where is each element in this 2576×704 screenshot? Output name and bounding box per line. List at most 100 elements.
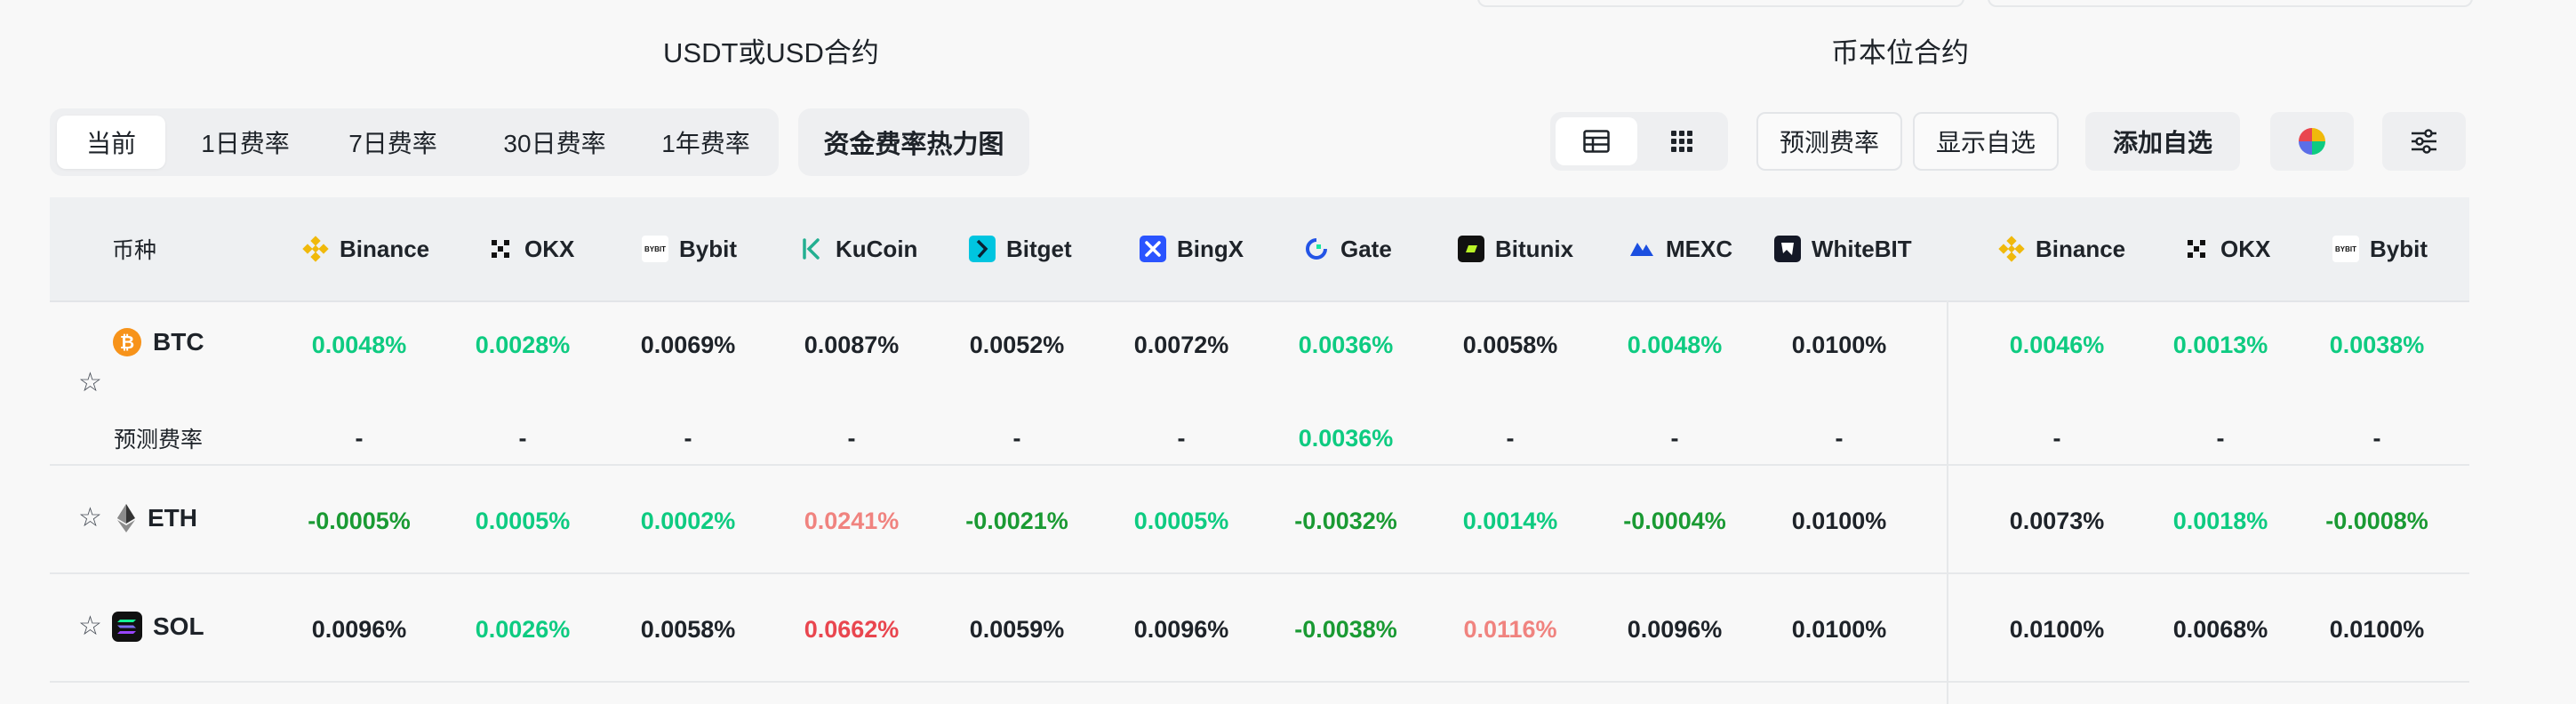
predicted-rate-cell[interactable]: -: [612, 423, 764, 453]
section-divider: [1947, 300, 1948, 704]
funding-rate-cell[interactable]: 0.0013%: [2145, 330, 2296, 360]
favorite-star-icon[interactable]: ☆: [78, 370, 102, 396]
color-wheel-icon: [2299, 128, 2325, 155]
column-whitebit[interactable]: WhiteBIT: [1774, 197, 1912, 300]
filter-settings-button[interactable]: [2382, 112, 2466, 171]
column-coin-bybit[interactable]: BYBIT Bybit: [2332, 197, 2428, 300]
predict-rate-button[interactable]: 预测费率: [1756, 112, 1902, 171]
bybit-icon: BYBIT: [2332, 236, 2359, 262]
predicted-rate-cell[interactable]: -: [941, 423, 1092, 453]
heatmap-button[interactable]: 资金费率热力图: [798, 108, 1029, 176]
predicted-rate-cell[interactable]: -: [1981, 423, 2132, 453]
tab-1d[interactable]: 1日费率: [174, 116, 316, 169]
funding-rate-cell[interactable]: 0.0048%: [1599, 330, 1750, 360]
funding-rate-cell[interactable]: 0.0087%: [776, 330, 927, 360]
funding-rate-cell[interactable]: 0.0100%: [1764, 330, 1915, 360]
time-range-tabs: 当前 1日费率 7日费率 30日费率 1年费率: [50, 108, 779, 176]
column-bitget[interactable]: Bitget: [969, 197, 1072, 300]
funding-rate-cell[interactable]: 0.0059%: [941, 614, 1092, 644]
tab-7d[interactable]: 7日费率: [322, 116, 464, 169]
tab-30d[interactable]: 30日费率: [475, 116, 635, 169]
funding-rate-cell[interactable]: -0.0008%: [2301, 506, 2452, 536]
predicted-rate-cell[interactable]: -: [2301, 423, 2452, 453]
column-mexc[interactable]: MEXC: [1628, 197, 1732, 300]
add-favorite-button[interactable]: 添加自选: [2085, 112, 2240, 171]
coin-symbol: ETH: [148, 504, 197, 532]
funding-rate-cell[interactable]: -0.0038%: [1270, 614, 1421, 644]
top-input-left[interactable]: [1477, 0, 1964, 7]
predicted-rate-cell[interactable]: -: [1764, 423, 1915, 453]
column-coin-okx[interactable]: OKX: [2183, 197, 2270, 300]
coin-eth[interactable]: ETH: [116, 503, 197, 533]
funding-rate-cell[interactable]: -0.0004%: [1599, 506, 1750, 536]
show-favorites-button[interactable]: 显示自选: [1913, 112, 2059, 171]
predicted-rate-cell[interactable]: -: [284, 423, 435, 453]
predicted-rate-cell[interactable]: -: [1435, 423, 1586, 453]
btc-icon: ₿: [113, 328, 141, 356]
funding-rate-cell[interactable]: 0.0036%: [1270, 330, 1421, 360]
favorite-star-icon[interactable]: ☆: [78, 505, 102, 532]
funding-rate-cell[interactable]: 0.0005%: [447, 506, 598, 536]
funding-rate-cell[interactable]: 0.0002%: [612, 506, 764, 536]
coin-btc[interactable]: ₿ BTC: [112, 327, 204, 357]
funding-rate-cell[interactable]: 0.0069%: [612, 330, 764, 360]
funding-rate-cell[interactable]: 0.0100%: [1764, 614, 1915, 644]
funding-rate-cell[interactable]: 0.0100%: [1981, 614, 2132, 644]
funding-rate-cell[interactable]: 0.0052%: [941, 330, 1092, 360]
funding-rate-cell[interactable]: 0.0005%: [1106, 506, 1257, 536]
eth-icon: [117, 504, 135, 532]
column-gate[interactable]: Gate: [1303, 197, 1392, 300]
funding-rate-cell[interactable]: 0.0046%: [1981, 330, 2132, 360]
predicted-rate-cell[interactable]: -: [2145, 423, 2296, 453]
column-coin-binance[interactable]: Binance: [1998, 197, 2125, 300]
funding-rate-cell[interactable]: 0.0096%: [1106, 614, 1257, 644]
table-view-button[interactable]: [1556, 117, 1637, 165]
funding-rate-cell[interactable]: 0.0100%: [1764, 506, 1915, 536]
funding-rate-cell[interactable]: 0.0048%: [284, 330, 435, 360]
funding-rate-cell[interactable]: 0.0072%: [1106, 330, 1257, 360]
binance-icon: [1998, 236, 2025, 262]
predicted-rate-cell[interactable]: -: [776, 423, 927, 453]
kucoin-icon: [803, 238, 820, 260]
column-kucoin[interactable]: KuCoin: [798, 197, 917, 300]
funding-rate-cell[interactable]: 0.0058%: [612, 614, 764, 644]
column-okx[interactable]: OKX: [487, 197, 574, 300]
funding-rate-cell[interactable]: 0.0014%: [1435, 506, 1586, 536]
predicted-rate-cell[interactable]: -: [1106, 423, 1257, 453]
coin-sol[interactable]: SOL: [112, 612, 204, 642]
funding-rate-cell[interactable]: -0.0032%: [1270, 506, 1421, 536]
funding-rate-cell[interactable]: 0.0058%: [1435, 330, 1586, 360]
funding-rate-cell[interactable]: -0.0005%: [284, 506, 435, 536]
funding-rate-cell[interactable]: 0.0096%: [1599, 614, 1750, 644]
grid-view-button[interactable]: [1641, 117, 1723, 165]
top-input-right[interactable]: [1988, 0, 2473, 7]
funding-rate-cell[interactable]: 0.0100%: [2301, 614, 2452, 644]
tab-1y[interactable]: 1年费率: [640, 116, 772, 169]
row-divider: [50, 464, 2469, 466]
funding-rate-cell[interactable]: 0.0068%: [2145, 614, 2296, 644]
color-theme-button[interactable]: [2270, 112, 2354, 171]
column-binance[interactable]: Binance: [302, 197, 429, 300]
funding-rate-cell[interactable]: 0.0116%: [1435, 614, 1586, 644]
funding-rate-cell[interactable]: 0.0662%: [776, 614, 927, 644]
funding-rate-cell[interactable]: 0.0038%: [2301, 330, 2452, 360]
tab-current[interactable]: 当前: [57, 116, 165, 169]
predicted-rate-cell[interactable]: -: [1599, 423, 1750, 453]
funding-rate-cell[interactable]: 0.0018%: [2145, 506, 2296, 536]
sol-icon: [112, 612, 142, 642]
predicted-rate-cell[interactable]: 0.0036%: [1270, 423, 1421, 453]
column-bingx[interactable]: BingX: [1140, 197, 1244, 300]
funding-rate-cell[interactable]: 0.0241%: [776, 506, 927, 536]
funding-rate-cell[interactable]: -0.0021%: [941, 506, 1092, 536]
column-bybit[interactable]: BYBIT Bybit: [642, 197, 737, 300]
funding-rate-cell[interactable]: 0.0073%: [1981, 506, 2132, 536]
column-bitunix[interactable]: Bitunix: [1458, 197, 1573, 300]
svg-text:₿: ₿: [120, 332, 134, 353]
row-divider: [50, 572, 2469, 574]
funding-rate-cell[interactable]: 0.0026%: [447, 614, 598, 644]
funding-rate-cell[interactable]: 0.0096%: [284, 614, 435, 644]
favorite-star-icon[interactable]: ☆: [78, 613, 102, 640]
funding-rate-cell[interactable]: 0.0028%: [447, 330, 598, 360]
bitunix-icon: [1458, 236, 1484, 262]
predicted-rate-cell[interactable]: -: [447, 423, 598, 453]
